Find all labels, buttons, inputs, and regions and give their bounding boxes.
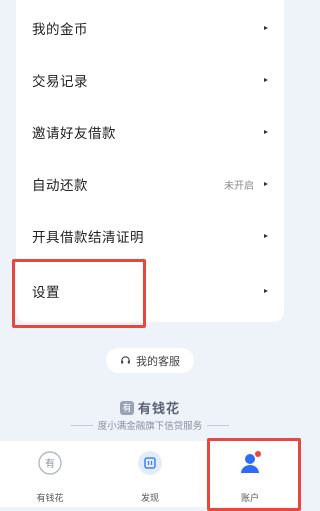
chevron-right-icon	[264, 130, 268, 134]
menu-item-settlement-proof[interactable]: 开具借款结清证明	[16, 210, 284, 262]
menu-item-label: 开具借款结清证明	[32, 230, 144, 246]
tab-youqianhua[interactable]: 有 有钱花	[0, 441, 100, 507]
brand-subtitle-row: 度小满金融旗下信贷服务	[0, 418, 300, 432]
headset-icon	[120, 355, 131, 366]
brand-logo-icon: 有	[119, 400, 134, 415]
divider	[207, 424, 230, 426]
menu-item-label: 自动还款	[32, 178, 88, 194]
menu-item-coins[interactable]: 我的金币	[16, 2, 284, 54]
divider	[70, 424, 93, 426]
tab-label: 发现	[140, 494, 159, 504]
tab-label: 有钱花	[36, 494, 64, 504]
menu-item-label: 交易记录	[32, 74, 88, 90]
chevron-right-icon	[264, 182, 268, 186]
chevron-right-icon	[264, 289, 268, 293]
settings-highlight-box	[12, 259, 146, 328]
menu-item-transactions[interactable]: 交易记录	[16, 54, 284, 106]
menu-item-label: 我的金币	[32, 22, 88, 38]
chevron-right-icon	[264, 234, 268, 238]
autopay-status: 未开启	[224, 180, 254, 192]
discover-icon	[137, 450, 163, 480]
menu-item-invite[interactable]: 邀请好友借款	[16, 106, 284, 158]
account-tab-highlight-box	[207, 438, 301, 511]
chevron-right-icon	[264, 78, 268, 82]
brand-footer: 有 有钱花	[0, 398, 300, 417]
menu-item-label: 邀请好友借款	[32, 126, 116, 142]
menu-item-autopay[interactable]: 自动还款 未开启	[16, 158, 284, 210]
customer-service-button[interactable]: 我的客服	[106, 348, 194, 373]
chevron-right-icon	[264, 26, 268, 30]
tab-discover[interactable]: 发现	[100, 441, 200, 507]
brand-subtitle: 度小满金融旗下信贷服务	[97, 421, 203, 432]
brand-name: 有钱花	[137, 402, 180, 417]
customer-service-label: 我的客服	[136, 354, 180, 368]
svg-text:有: 有	[45, 457, 55, 470]
yqh-logo-icon: 有	[37, 450, 63, 480]
